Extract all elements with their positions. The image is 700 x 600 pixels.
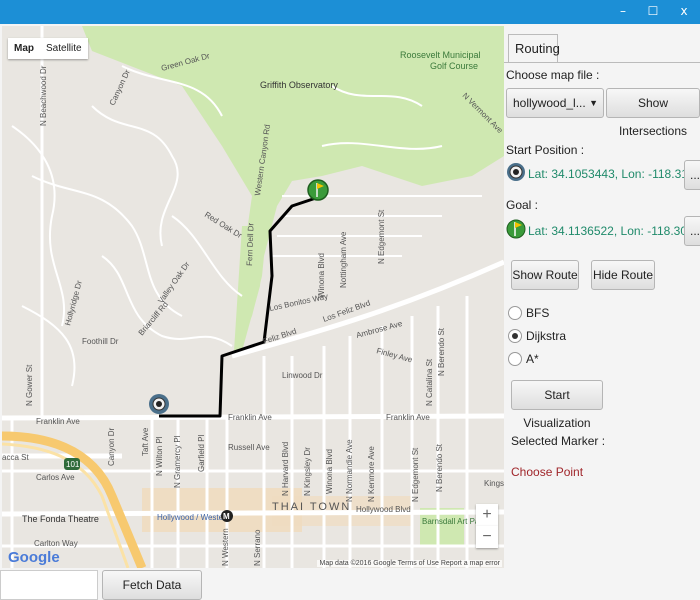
- start-marker-icon: [506, 162, 526, 182]
- selected-marker-label: Selected Marker :: [511, 434, 606, 448]
- goal-select-button[interactable]: ...: [684, 216, 700, 246]
- map-label-hollyridge: Hollyridge Dr: [63, 279, 84, 326]
- map-label-roosevelt: Roosevelt Municipal: [400, 50, 481, 60]
- map-label-hollywood-western: Hollywood / Western: [157, 513, 230, 522]
- tab-divider: [504, 62, 700, 63]
- map-label-kenmore: N Kenmore Ave: [367, 446, 376, 502]
- goal-marker-icon[interactable]: [307, 179, 329, 201]
- radio-dijkstra[interactable]: [508, 329, 522, 343]
- map-label-hollywood-blvd: Hollywood Blvd: [356, 505, 411, 514]
- goal-coordinates: Lat: 34.1136522, Lon: -118.302...: [528, 224, 700, 238]
- start-select-button[interactable]: ...: [684, 160, 700, 190]
- map-label-normandie: N Normandie Ave: [345, 439, 354, 502]
- close-button[interactable]: x: [668, 0, 700, 24]
- map-label-kingsley: N Kingsley Dr: [303, 447, 312, 496]
- map-label-wilton: N Wilton Pl: [155, 436, 164, 476]
- map-label-edgemont-upper: N Edgemont St: [377, 209, 386, 264]
- map-file-value: hollywood_l...: [513, 96, 586, 110]
- title-bar: – ☐ x: [0, 0, 700, 24]
- map-type-map[interactable]: Map: [8, 38, 40, 59]
- map-label-edgemont-lower: N Edgemont St: [411, 447, 420, 502]
- map-label-nottingham: Nottingham Ave: [339, 231, 348, 288]
- radio-dijkstra-label[interactable]: Dijkstra: [526, 329, 566, 343]
- map-label-gramercy: N Gramercy Pl: [173, 435, 182, 488]
- svg-text:M: M: [223, 512, 230, 521]
- routing-panel: Routing Choose map file : hollywood_l...…: [504, 26, 700, 600]
- bottom-text-input[interactable]: [0, 570, 98, 600]
- metro-icon: M: [221, 510, 233, 522]
- map-label-gower: N Gower St: [25, 364, 34, 406]
- start-visualization-button[interactable]: Start Visualization: [511, 380, 603, 430]
- map-label-fonda: The Fonda Theatre: [22, 514, 99, 524]
- map-label-thai-town: THAI TOWN: [272, 501, 351, 513]
- radio-bfs-label[interactable]: BFS: [526, 306, 549, 320]
- radio-bfs[interactable]: [508, 306, 522, 320]
- map-view[interactable]: Roosevelt Municipal Golf Course Griffith…: [2, 26, 504, 568]
- map-label-harvard: N Harvard Blvd: [281, 442, 290, 496]
- zoom-out-button[interactable]: −: [476, 526, 498, 548]
- map-attribution[interactable]: Map data ©2016 Google Terms of Use Repor…: [317, 560, 502, 567]
- zoom-in-button[interactable]: +: [476, 504, 498, 526]
- tab-routing[interactable]: Routing: [508, 34, 560, 63]
- map-label-foothill: Foothill Dr: [82, 337, 119, 346]
- map-label-garfield: Garfield Pl: [197, 434, 206, 472]
- start-position-label: Start Position :: [506, 143, 585, 157]
- start-marker-icon[interactable]: [149, 394, 169, 414]
- map-label-fern-dell: Fern Dell Dr: [245, 222, 256, 266]
- map-label-serrano: N Serrano: [253, 529, 262, 566]
- map-label-linwood: Linwood Dr: [282, 371, 323, 380]
- map-label-kingsw: Kingsw: [484, 479, 504, 488]
- map-label-carlton: Carlton Way: [34, 539, 78, 548]
- goal-flag-icon: [506, 218, 526, 240]
- map-type-satellite[interactable]: Satellite: [40, 38, 88, 59]
- map-file-select[interactable]: hollywood_l... ▼: [506, 88, 604, 118]
- map-label-catalina: N Catalina St: [425, 358, 434, 406]
- map-label-beachwood: N Beachwood Dr: [39, 65, 48, 126]
- map-label-franklin-mid: Franklin Ave: [228, 413, 272, 422]
- map-label-winona-upper: Winona Blvd: [317, 253, 326, 298]
- map-label-taft: Taft Ave: [141, 427, 150, 456]
- map-label-canyon-lower: Canyon Dr: [107, 427, 116, 466]
- chevron-down-icon: ▼: [589, 98, 598, 108]
- minimize-button[interactable]: –: [610, 0, 636, 24]
- map-label-franklin-left: Franklin Ave: [36, 417, 80, 426]
- google-logo-text: Google: [8, 549, 60, 566]
- google-logo: Google: [8, 549, 60, 566]
- map-label-red-oak: Red Oak Dr: [203, 210, 244, 240]
- map-type-control: Map Satellite: [8, 38, 88, 59]
- freeway-shield: 101: [64, 458, 80, 470]
- map-label-griffith: Griffith Observatory: [260, 80, 338, 90]
- goal-label: Goal :: [506, 198, 539, 212]
- radio-astar-label[interactable]: A*: [526, 352, 539, 366]
- map-label-acca: acca St: [2, 453, 29, 462]
- hide-route-button[interactable]: Hide Route: [591, 260, 655, 290]
- radio-astar[interactable]: [508, 352, 522, 366]
- map-label-winona-lower: Winona Blvd: [325, 449, 334, 494]
- choose-map-label: Choose map file :: [506, 68, 600, 82]
- map-label-berendo-lower: N Berendo St: [435, 443, 444, 492]
- fetch-data-button[interactable]: Fetch Data: [102, 570, 202, 600]
- start-coordinates: Lat: 34.1053443, Lon: -118.313...: [528, 167, 700, 181]
- map-label-golf: Golf Course: [430, 61, 478, 71]
- map-label-valley-oak: Valley Oak Dr: [156, 260, 192, 305]
- map-label-russell: Russell Ave: [228, 443, 270, 452]
- map-label-carlos: Carlos Ave: [36, 473, 75, 482]
- map-label-berendo-upper: N Berendo St: [437, 327, 446, 376]
- map-label-western: N Western: [221, 528, 230, 566]
- freeway-shield-label: 101: [66, 460, 80, 469]
- map-canvas[interactable]: Roosevelt Municipal Golf Course Griffith…: [2, 26, 504, 568]
- map-label-ambrose: Ambrose Ave: [355, 319, 404, 340]
- choose-point-text: Choose Point: [511, 465, 584, 479]
- maximize-button[interactable]: ☐: [640, 0, 666, 24]
- map-label-canyon: Canyon Dr: [108, 68, 132, 107]
- show-route-button[interactable]: Show Route: [511, 260, 579, 290]
- map-label-franklin-right: Franklin Ave: [386, 413, 430, 422]
- show-intersections-button[interactable]: Show Intersections: [606, 88, 700, 138]
